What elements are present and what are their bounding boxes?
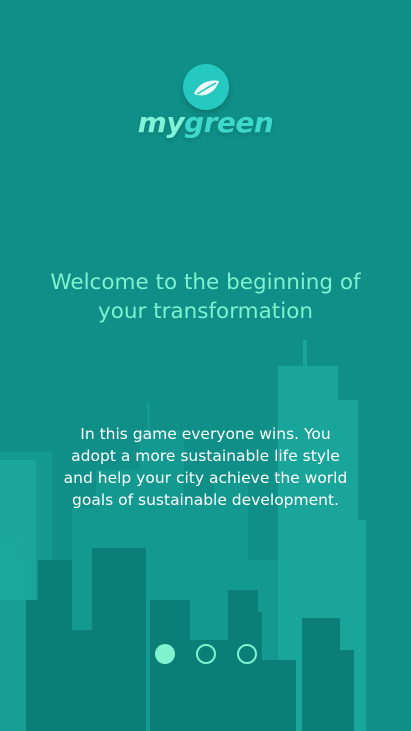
logo-word-green: green	[184, 106, 274, 139]
page-indicator	[0, 644, 411, 664]
page-dot-3[interactable]	[237, 644, 257, 664]
onboarding-description: In this game everyone wins. You adopt a …	[63, 425, 348, 509]
logo-wordmark: mygreen	[0, 106, 411, 139]
page-dot-2[interactable]	[196, 644, 216, 664]
welcome-headline: Welcome to the beginning of your transfo…	[50, 270, 361, 324]
app-logo: mygreen	[0, 62, 411, 162]
leaf-icon	[183, 64, 229, 110]
onboarding-screen: mygreen Welcome to the beginning of your…	[0, 0, 411, 731]
page-dot-1[interactable]	[155, 644, 175, 664]
logo-word-my: my	[137, 106, 185, 139]
